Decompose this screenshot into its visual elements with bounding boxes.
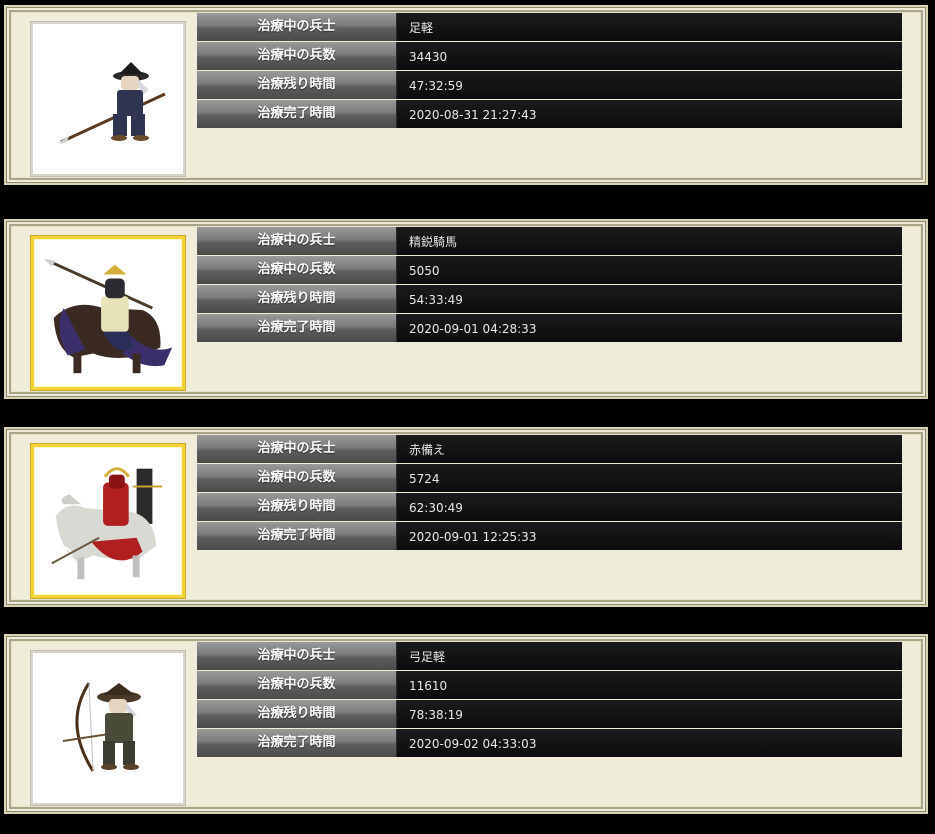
value-count: 5724 [397, 464, 902, 492]
row-completion: 治療完了時間 2020-09-02 04:33:03 [197, 729, 902, 757]
row-completion: 治療完了時間 2020-09-01 12:25:33 [197, 522, 902, 550]
red-armored-cavalry-icon [51, 467, 163, 580]
label-count: 治療中の兵数 [197, 464, 397, 492]
row-count: 治療中の兵数 34430 [197, 42, 902, 70]
healing-card-red-armor: 治療中の兵士 赤備え 治療中の兵数 5724 治療残り時間 62:30:49 治… [4, 427, 928, 607]
value-completion: 2020-09-02 04:33:03 [397, 729, 902, 757]
value-unit: 赤備え [397, 435, 902, 463]
row-completion: 治療完了時間 2020-08-31 21:27:43 [197, 100, 902, 128]
label-unit: 治療中の兵士 [197, 13, 397, 41]
row-unit: 治療中の兵士 足軽 [197, 13, 902, 41]
value-remaining: 78:38:19 [397, 700, 902, 728]
value-completion: 2020-09-01 12:25:33 [397, 522, 902, 550]
value-unit: 精鋭騎馬 [397, 227, 902, 255]
row-unit: 治療中の兵士 精鋭騎馬 [197, 227, 902, 255]
row-count: 治療中の兵数 5050 [197, 256, 902, 284]
value-count: 34430 [397, 42, 902, 70]
cavalry-icon [43, 258, 173, 374]
row-unit: 治療中の兵士 弓足軽 [197, 642, 902, 670]
value-unit: 足軽 [397, 13, 902, 41]
unit-portrait [31, 22, 185, 176]
healing-card-archer: 治療中の兵士 弓足軽 治療中の兵数 11610 治療残り時間 78:38:19 … [4, 634, 928, 814]
label-remaining: 治療残り時間 [197, 71, 397, 99]
healing-list: 治療中の兵士 足軽 治療中の兵数 34430 治療残り時間 47:32:59 治… [0, 0, 935, 834]
unit-portrait [31, 236, 185, 390]
healing-card-elite-cavalry: 治療中の兵士 精鋭騎馬 治療中の兵数 5050 治療残り時間 54:33:49 … [4, 219, 928, 399]
value-remaining: 62:30:49 [397, 493, 902, 521]
value-count: 11610 [397, 671, 902, 699]
label-count: 治療中の兵数 [197, 256, 397, 284]
row-remaining: 治療残り時間 54:33:49 [197, 285, 902, 313]
label-count: 治療中の兵数 [197, 42, 397, 70]
label-completion: 治療完了時間 [197, 314, 397, 342]
label-remaining: 治療残り時間 [197, 700, 397, 728]
label-completion: 治療完了時間 [197, 100, 397, 128]
label-count: 治療中の兵数 [197, 671, 397, 699]
healing-card-ashigaru: 治療中の兵士 足軽 治療中の兵数 34430 治療残り時間 47:32:59 治… [4, 5, 928, 185]
unit-portrait [31, 444, 185, 598]
label-unit: 治療中の兵士 [197, 642, 397, 670]
healing-info-table: 治療中の兵士 精鋭騎馬 治療中の兵数 5050 治療残り時間 54:33:49 … [197, 227, 902, 343]
unit-portrait [31, 651, 185, 805]
label-unit: 治療中の兵士 [197, 227, 397, 255]
healing-info-table: 治療中の兵士 赤備え 治療中の兵数 5724 治療残り時間 62:30:49 治… [197, 435, 902, 551]
value-unit: 弓足軽 [397, 642, 902, 670]
row-unit: 治療中の兵士 赤備え [197, 435, 902, 463]
archer-icon [62, 682, 141, 772]
value-count: 5050 [397, 256, 902, 284]
row-remaining: 治療残り時間 78:38:19 [197, 700, 902, 728]
value-remaining: 54:33:49 [397, 285, 902, 313]
healing-info-table: 治療中の兵士 弓足軽 治療中の兵数 11610 治療残り時間 78:38:19 … [197, 642, 902, 758]
row-remaining: 治療残り時間 62:30:49 [197, 493, 902, 521]
row-count: 治療中の兵数 5724 [197, 464, 902, 492]
label-remaining: 治療残り時間 [197, 493, 397, 521]
value-completion: 2020-09-01 04:28:33 [397, 314, 902, 342]
value-completion: 2020-08-31 21:27:43 [397, 100, 902, 128]
value-remaining: 47:32:59 [397, 71, 902, 99]
label-remaining: 治療残り時間 [197, 285, 397, 313]
row-count: 治療中の兵数 11610 [197, 671, 902, 699]
label-completion: 治療完了時間 [197, 729, 397, 757]
row-remaining: 治療残り時間 47:32:59 [197, 71, 902, 99]
label-unit: 治療中の兵士 [197, 435, 397, 463]
healing-info-table: 治療中の兵士 足軽 治療中の兵数 34430 治療残り時間 47:32:59 治… [197, 13, 902, 129]
row-completion: 治療完了時間 2020-09-01 04:28:33 [197, 314, 902, 342]
label-completion: 治療完了時間 [197, 522, 397, 550]
spearman-icon [57, 62, 166, 144]
